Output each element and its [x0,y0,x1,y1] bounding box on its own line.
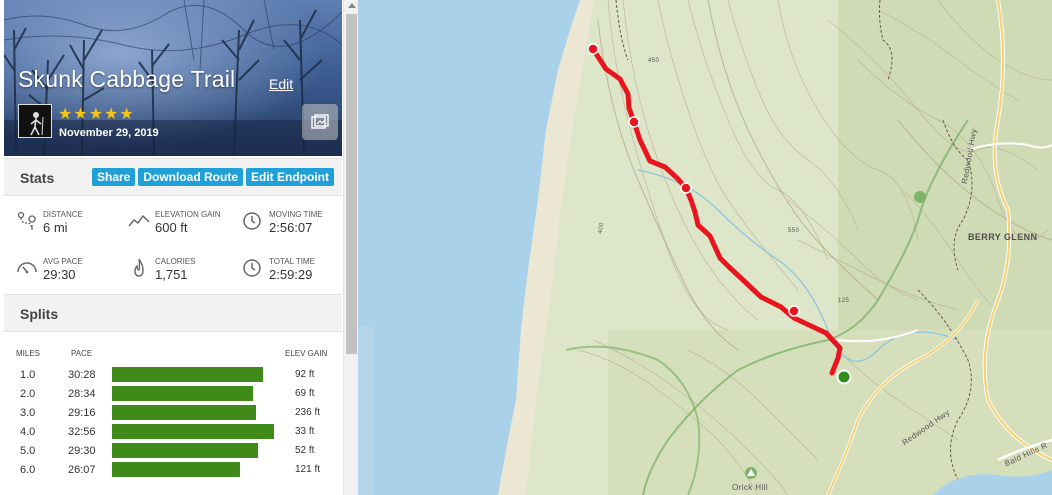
split-row: 2.0 28:34 69 ft [0,386,344,404]
split-pace-bar [112,443,258,458]
split-row: 3.0 29:16 236 ft [0,405,344,423]
stat-label: DISTANCE [43,210,83,219]
elevation-icon [128,214,150,227]
split-row: 5.0 29:30 52 ft [0,443,344,461]
stat-value: 600 ft [155,220,188,235]
clock-icon [243,259,261,277]
stat-value: 29:30 [43,267,76,282]
campground-icon[interactable] [914,191,926,203]
split-pace: 29:16 [68,407,96,419]
route-icon [17,211,36,230]
split-pace: 30:28 [68,369,96,381]
split-elev: 92 ft [295,369,315,380]
split-pace-bar [112,367,263,382]
split-elev: 236 ft [295,407,321,418]
stat-label: TOTAL TIME [269,257,315,266]
edit-title-link[interactable]: Edit [269,76,293,92]
split-mile: 3.0 [20,407,36,419]
split-mile: 4.0 [20,426,36,438]
split-pace-bar [112,462,240,477]
clock-icon [243,212,261,230]
edit-endpoint-button[interactable]: Edit Endpoint [246,168,334,186]
split-elev: 33 ft [295,426,315,437]
split-mile: 2.0 [20,388,36,400]
mile-marker[interactable] [680,182,692,194]
split-elev: 69 ft [295,388,315,399]
split-elev: 121 ft [295,464,321,475]
split-row: 4.0 32:56 33 ft [0,424,344,442]
photo-gallery-button[interactable] [302,104,338,140]
stat-value: 6 mi [43,220,68,235]
download-route-button[interactable]: Download Route [138,168,244,186]
split-mile: 5.0 [20,445,36,457]
scroll-up-arrow[interactable] [348,3,356,8]
stat-label: ELEVATION GAIN [155,210,221,219]
photo-icon [311,114,329,129]
splits-col-elev: ELEV GAIN [285,349,328,358]
stats-actions: Share Download Route Edit Endpoint [91,168,334,186]
stat-label: MOVING TIME [269,210,323,219]
place-label: BERRY GLENN [968,232,1038,242]
scroll-thumb[interactable] [346,14,357,354]
route-map[interactable]: BERRY GLENN Orick Hill Redwood Hwy Redwo… [358,0,1052,495]
stat-label: AVG PACE [43,257,83,266]
split-row: 6.0 26:07 121 ft [0,462,344,480]
split-pace: 32:56 [68,426,96,438]
stat-value: 2:59:29 [269,267,313,282]
trail-hero-photo: Skunk Cabbage Trail Edit ★★★★★ November … [4,0,342,156]
hiker-icon [30,112,44,136]
split-mile: 1.0 [20,369,36,381]
user-avatar[interactable] [18,104,52,138]
speedometer-icon [17,262,37,274]
trail-detail-panel: Skunk Cabbage Trail Edit ★★★★★ November … [0,0,344,495]
stat-label: CALORIES [155,257,196,266]
split-pace: 29:30 [68,445,96,457]
topo-map-canvas[interactable] [358,0,1052,495]
contour-label: 450 [648,58,660,64]
trail-title: Skunk Cabbage Trail [18,66,236,92]
split-pace-bar [112,405,256,420]
splits-heading: Splits [20,306,59,322]
panel-scrollbar[interactable] [343,0,358,495]
place-label: Orick Hill [732,483,768,492]
split-pace: 28:34 [68,388,96,400]
stats-heading: Stats [20,170,55,186]
split-pace-bar [112,386,253,401]
mile-marker[interactable] [788,305,800,317]
route-start-marker[interactable] [587,43,599,55]
stat-value: 2:56:07 [269,220,313,235]
split-row: 1.0 30:28 92 ft [0,367,344,385]
contour-label: 125 [838,298,850,304]
share-button[interactable]: Share [91,168,136,186]
split-pace: 26:07 [68,464,96,476]
split-mile: 6.0 [20,464,36,476]
splits-col-miles: MILES [16,349,41,358]
splits-col-pace: PACE [71,349,93,358]
stats-header: Stats Share Download Route Edit Endpoint [4,158,342,196]
split-elev: 52 ft [295,445,315,456]
split-pace-bar [112,424,274,439]
mile-marker[interactable] [628,116,640,128]
flame-icon [134,258,144,277]
contour-label: 550 [788,228,800,234]
route-end-marker[interactable] [836,369,852,385]
rating-stars[interactable]: ★★★★★ [58,104,135,124]
activity-date: November 29, 2019 [59,127,159,139]
splits-header: Splits [4,294,342,332]
stat-value: 1,751 [155,267,188,282]
